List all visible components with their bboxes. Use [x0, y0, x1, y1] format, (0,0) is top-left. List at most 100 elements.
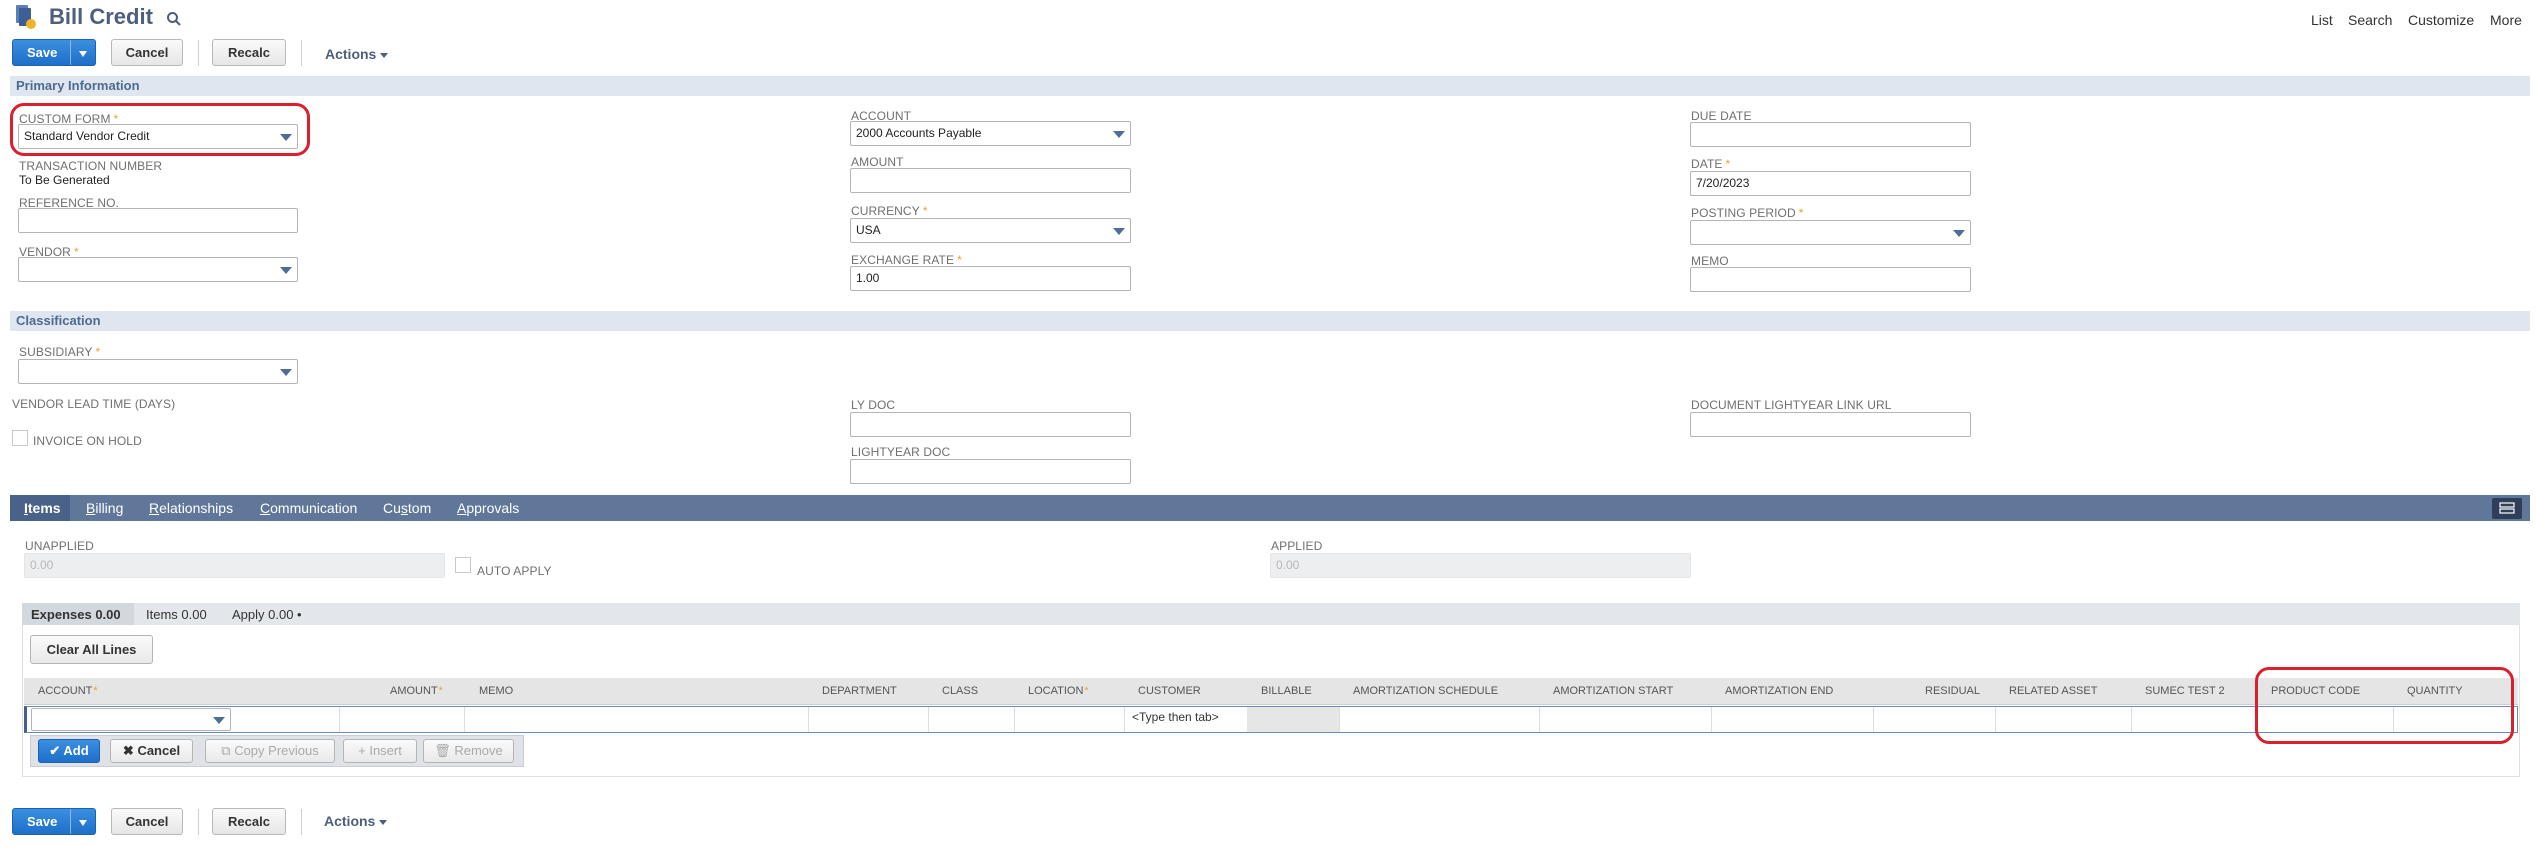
clear-all-lines-button[interactable]: Clear All Lines	[30, 635, 153, 664]
document-lightyear-link-input[interactable]	[1690, 412, 1971, 437]
col-sumec-test-2: SUMEC TEST 2	[2145, 685, 2225, 697]
primary-information-header: Primary Information	[10, 76, 2530, 96]
chevron-down-icon	[79, 50, 87, 57]
col-quantity: QUANTITY	[2407, 685, 2463, 697]
tab-items[interactable]: Items	[24, 500, 61, 516]
col-residual: RESIDUAL	[1925, 685, 1981, 697]
add-line-button[interactable]: ✔ Add	[38, 739, 100, 763]
row-account-select[interactable]	[31, 708, 231, 731]
due-date-label: DUE DATE	[1691, 109, 1752, 123]
currency-select[interactable]: USA	[850, 218, 1131, 243]
account-select[interactable]: 2000 Accounts Payable	[850, 121, 1131, 146]
search-link[interactable]: Search	[2348, 12, 2392, 28]
ly-doc-input[interactable]	[850, 412, 1131, 437]
col-memo: MEMO	[479, 685, 514, 697]
subsidiary-select[interactable]	[18, 359, 298, 384]
recalc-button-bottom[interactable]: Recalc	[212, 808, 286, 835]
row-customer-input[interactable]: <Type then tab>	[1132, 710, 1219, 724]
save-button[interactable]: Save	[12, 39, 77, 66]
row-billable-cell	[1247, 707, 1339, 732]
lightyear-doc-input[interactable]	[850, 459, 1131, 484]
trash-icon: 🗑	[434, 743, 451, 758]
save-menu-toggle[interactable]	[70, 39, 96, 66]
toolbar-divider	[198, 809, 199, 835]
transaction-number-value: To Be Generated	[19, 173, 110, 187]
auto-apply-checkbox[interactable]	[455, 557, 471, 573]
save-menu-toggle-bottom[interactable]	[70, 808, 96, 835]
unapplied-input: 0.00	[24, 553, 445, 578]
reference-no-input[interactable]	[18, 208, 298, 233]
chevron-down-icon	[280, 267, 292, 274]
document-lightyear-link-label: DOCUMENT LIGHTYEAR LINK URL	[1691, 398, 1892, 412]
recalc-button[interactable]: Recalc	[212, 39, 286, 66]
posting-period-label: POSTING PERIOD *	[1691, 206, 1804, 220]
exchange-rate-input[interactable]: 1.00	[850, 266, 1131, 291]
customize-link[interactable]: Customize	[2408, 12, 2474, 28]
auto-apply-label: AUTO APPLY	[477, 564, 552, 578]
tab-billing[interactable]: Billing	[86, 500, 123, 516]
tab-relationships[interactable]: Relationships	[149, 500, 233, 516]
close-icon: ✖	[122, 743, 134, 758]
chevron-down-icon	[1953, 230, 1965, 237]
save-button-bottom[interactable]: Save	[12, 808, 77, 835]
col-customer: CUSTOMER	[1138, 685, 1201, 697]
transaction-number-label: TRANSACTION NUMBER	[19, 159, 163, 173]
insert-line-button[interactable]: + Insert	[343, 739, 417, 763]
subtab-items[interactable]: Items 0.00	[146, 607, 207, 622]
memo-input[interactable]	[1690, 267, 1971, 292]
subtab-expenses[interactable]: Expenses 0.00	[31, 607, 121, 622]
actions-menu[interactable]: Actions	[325, 46, 389, 62]
actions-label: Actions	[325, 46, 377, 62]
expenses-edit-row: <Type then tab>	[24, 706, 2518, 733]
cell-divider	[808, 707, 809, 732]
tab-approvals[interactable]: Approvals	[457, 500, 519, 516]
collapse-tabs-icon[interactable]	[2492, 498, 2522, 519]
cancel-button-bottom[interactable]: Cancel	[111, 808, 183, 835]
currency-value: USA	[856, 223, 881, 237]
toolbar-divider	[301, 40, 302, 66]
vendor-select[interactable]	[18, 257, 298, 282]
actions-label: Actions	[324, 813, 376, 829]
col-amount: AMOUNT*	[390, 685, 443, 697]
subtab-apply[interactable]: Apply 0.00 •	[232, 607, 302, 622]
save-button-label: Save	[27, 814, 58, 829]
date-label: DATE *	[1691, 157, 1731, 171]
tab-communication[interactable]: Communication	[260, 500, 357, 516]
posting-period-select[interactable]	[1690, 220, 1971, 245]
record-tabs: Items Billing Relationships Communicatio…	[10, 495, 2530, 521]
invoice-on-hold-checkbox[interactable]	[12, 430, 28, 446]
col-department: DEPARTMENT	[822, 685, 897, 697]
toolbar-divider	[198, 40, 199, 66]
cancel-button[interactable]: Cancel	[111, 39, 183, 66]
col-class: CLASS	[942, 685, 979, 697]
cell-divider	[1711, 707, 1712, 732]
classification-header: Classification	[10, 311, 2530, 331]
custom-form-select[interactable]: Standard Vendor Credit	[18, 124, 298, 149]
date-input[interactable]: 7/20/2023	[1690, 171, 1971, 196]
search-icon[interactable]	[166, 11, 182, 27]
amount-label: AMOUNT	[851, 155, 904, 169]
chevron-down-icon	[79, 819, 87, 826]
col-amortization-end: AMORTIZATION END	[1725, 685, 1834, 697]
actions-menu-bottom[interactable]: Actions	[324, 813, 388, 829]
cancel-line-button[interactable]: ✖ Cancel	[110, 739, 193, 763]
amount-input[interactable]	[850, 168, 1131, 193]
page-icon	[15, 4, 37, 30]
currency-label: CURRENCY *	[851, 204, 928, 218]
chevron-down-icon	[213, 717, 225, 724]
more-link[interactable]: More	[2490, 12, 2522, 28]
lightyear-doc-label: LIGHTYEAR DOC	[851, 445, 951, 459]
col-amortization-schedule: AMORTIZATION SCHEDULE	[1353, 685, 1499, 697]
cell-divider	[1539, 707, 1540, 732]
col-billable: BILLABLE	[1261, 685, 1312, 697]
tab-custom[interactable]: Custom	[383, 500, 431, 516]
remove-line-button[interactable]: 🗑 Remove	[423, 739, 514, 763]
copy-previous-button[interactable]: ⧉ Copy Previous	[205, 739, 335, 763]
col-related-asset: RELATED ASSET	[2009, 685, 2098, 697]
list-link[interactable]: List	[2311, 12, 2333, 28]
chevron-down-icon	[1113, 131, 1125, 138]
cell-divider	[464, 707, 465, 732]
cell-divider	[1873, 707, 1874, 732]
due-date-input[interactable]	[1690, 122, 1971, 147]
cell-divider	[1339, 707, 1340, 732]
